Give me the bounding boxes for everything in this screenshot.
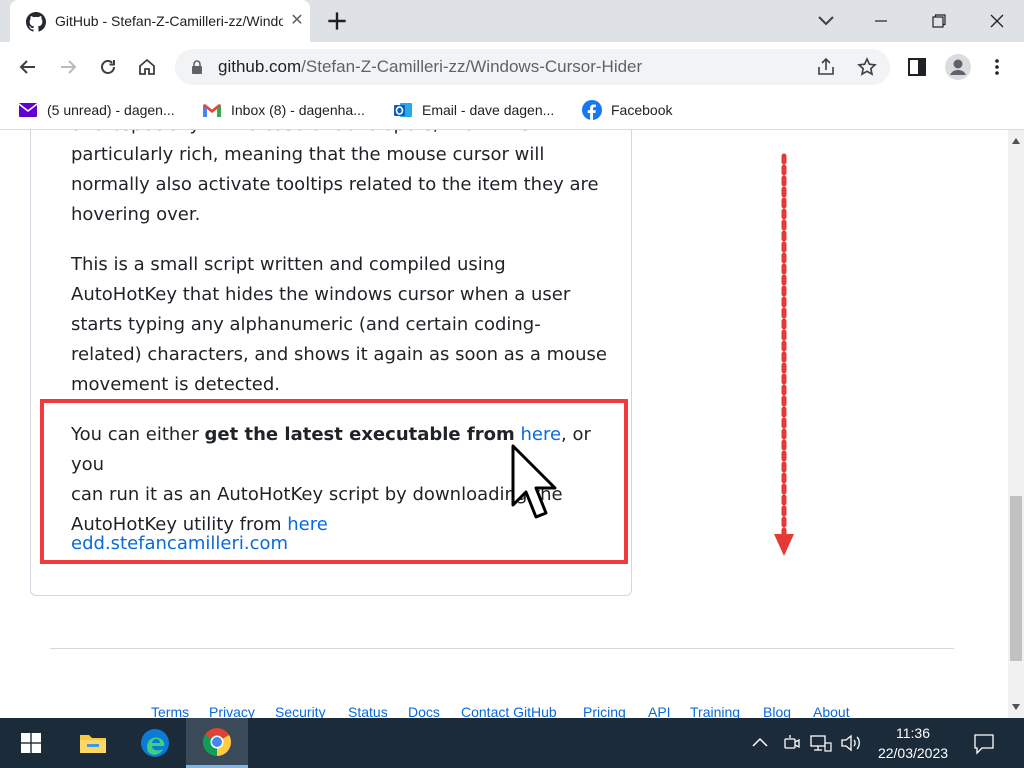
home-button[interactable]: [131, 51, 163, 83]
vertical-scrollbar[interactable]: [1008, 130, 1024, 718]
side-panel-icon[interactable]: [907, 57, 927, 77]
chrome-icon: [203, 727, 231, 756]
bookmark-label: Email - dave dagen...: [422, 102, 555, 118]
readme-paragraph-intro: and especially in the case of developers…: [71, 130, 611, 230]
restore-button[interactable]: [910, 0, 968, 42]
footer-link-blog[interactable]: Blog: [763, 704, 791, 718]
github-icon: [26, 12, 46, 32]
bookmark-outlook[interactable]: Email - dave dagen...: [393, 99, 554, 121]
footer-divider: [50, 648, 954, 649]
bookmarks-bar: (5 unread) - dagen... Inbox (8) - dagenh…: [0, 92, 1024, 130]
system-clock[interactable]: 11:36 22/03/2023: [858, 723, 968, 763]
facebook-icon: [582, 100, 602, 120]
chevron-down-icon[interactable]: [814, 8, 838, 32]
restore-icon: [932, 14, 946, 28]
address-bar[interactable]: github.com/Stefan-Z-Camilleri-zz/Windows…: [175, 49, 890, 85]
home-icon: [139, 58, 155, 75]
footer-link-privacy[interactable]: Privacy: [209, 704, 255, 718]
reload-button[interactable]: [92, 51, 124, 83]
paragraph-line: starts typing any alphanumeric (and cert…: [71, 314, 541, 335]
url-path: /Stefan-Z-Camilleri-zz/Windows-Cursor-Hi…: [301, 57, 643, 76]
outlook-icon: [393, 101, 413, 119]
readme-paragraph-description: This is a small script written and compi…: [71, 250, 611, 400]
paragraph-line: movement is detected.: [71, 374, 280, 395]
scroll-down-icon[interactable]: [1012, 704, 1020, 710]
arrow-left-icon: [19, 60, 35, 74]
yahoo-mail-icon: [18, 101, 38, 119]
footer-link-status[interactable]: Status: [348, 704, 388, 718]
meet-now-icon[interactable]: [784, 734, 800, 752]
share-icon[interactable]: [816, 57, 836, 77]
clock-time: 11:36: [896, 725, 930, 741]
tab-strip: GitHub - Stefan-Z-Camilleri-zz/Windows-C…: [0, 0, 1024, 42]
windows-taskbar: 11:36 22/03/2023: [0, 718, 1024, 768]
footer-link-security[interactable]: Security: [275, 704, 326, 718]
clock-date: 22/03/2023: [877, 745, 949, 761]
windows-logo-icon: [21, 733, 41, 753]
footer-link-api[interactable]: API: [648, 704, 671, 718]
folder-icon: [80, 735, 106, 753]
footer-link-about[interactable]: About: [813, 704, 850, 718]
footer-link-pricing[interactable]: Pricing: [583, 704, 626, 718]
footer-link-terms[interactable]: Terms: [151, 704, 189, 718]
footer-link-docs[interactable]: Docs: [408, 704, 440, 718]
menu-kebab-icon[interactable]: [987, 57, 1007, 77]
close-window-button[interactable]: [968, 0, 1024, 42]
minimize-button[interactable]: [852, 0, 910, 42]
start-button[interactable]: [0, 718, 62, 768]
footer-link-training[interactable]: Training: [690, 704, 740, 718]
url-text: github.com/Stefan-Z-Camilleri-zz/Windows…: [218, 57, 642, 77]
scroll-up-icon[interactable]: [1012, 138, 1020, 144]
taskbar-edge[interactable]: [124, 718, 186, 768]
notifications-icon[interactable]: [973, 733, 995, 755]
bookmark-gmail[interactable]: Inbox (8) - dagenha...: [202, 99, 365, 121]
reload-icon: [101, 60, 115, 74]
minimize-icon: [875, 20, 887, 22]
arrow-right-icon: [61, 60, 77, 74]
edge-icon: [141, 729, 169, 757]
taskbar-chrome[interactable]: [186, 718, 248, 768]
lock-icon[interactable]: [191, 60, 203, 74]
browser-toolbar: github.com/Stefan-Z-Camilleri-zz/Windows…: [0, 42, 1024, 92]
chevron-up-icon[interactable]: [752, 737, 768, 747]
bookmark-label: Inbox (8) - dagenha...: [231, 102, 365, 118]
paragraph-line: related) characters, and shows it again …: [71, 344, 607, 365]
star-icon[interactable]: [857, 57, 877, 77]
paragraph-line: particularly rich, meaning that the mous…: [71, 144, 545, 165]
paragraph-line: This is a small script written and compi…: [71, 254, 506, 275]
bookmark-label: Facebook: [611, 102, 673, 118]
gmail-icon: [202, 101, 222, 119]
bookmark-yahoo-mail[interactable]: (5 unread) - dagen...: [18, 99, 175, 121]
taskbar-file-explorer[interactable]: [62, 718, 124, 768]
footer-link-contact[interactable]: Contact GitHub: [461, 704, 557, 718]
scrollbar-thumb[interactable]: [1010, 496, 1022, 661]
network-icon[interactable]: [810, 734, 832, 752]
bookmark-facebook[interactable]: Facebook: [582, 99, 672, 121]
tab-close-icon[interactable]: ✕: [286, 10, 308, 32]
paragraph-line: and especially in the case of developers…: [71, 130, 611, 140]
mouse-pointer-icon: [511, 444, 557, 519]
url-host: github.com: [218, 57, 302, 76]
close-icon: [990, 14, 1004, 28]
tab-title: GitHub - Stefan-Z-Camilleri-zz/Windows-C…: [55, 13, 283, 29]
paragraph-line: normally also activate tooltips related …: [71, 174, 599, 195]
forward-button[interactable]: [52, 51, 84, 83]
new-tab-icon[interactable]: [324, 8, 350, 34]
browser-tab[interactable]: GitHub - Stefan-Z-Camilleri-zz/Windows-C…: [10, 0, 310, 42]
profile-avatar-icon[interactable]: [945, 54, 971, 80]
paragraph-line: hovering over.: [71, 204, 201, 225]
paragraph-line: AutoHotKey that hides the windows cursor…: [71, 284, 571, 305]
back-button[interactable]: [12, 51, 44, 83]
page-viewport: and especially in the case of developers…: [0, 130, 1008, 718]
dashed-arrow-down-icon: [774, 153, 794, 556]
bookmark-label: (5 unread) - dagen...: [47, 102, 175, 118]
